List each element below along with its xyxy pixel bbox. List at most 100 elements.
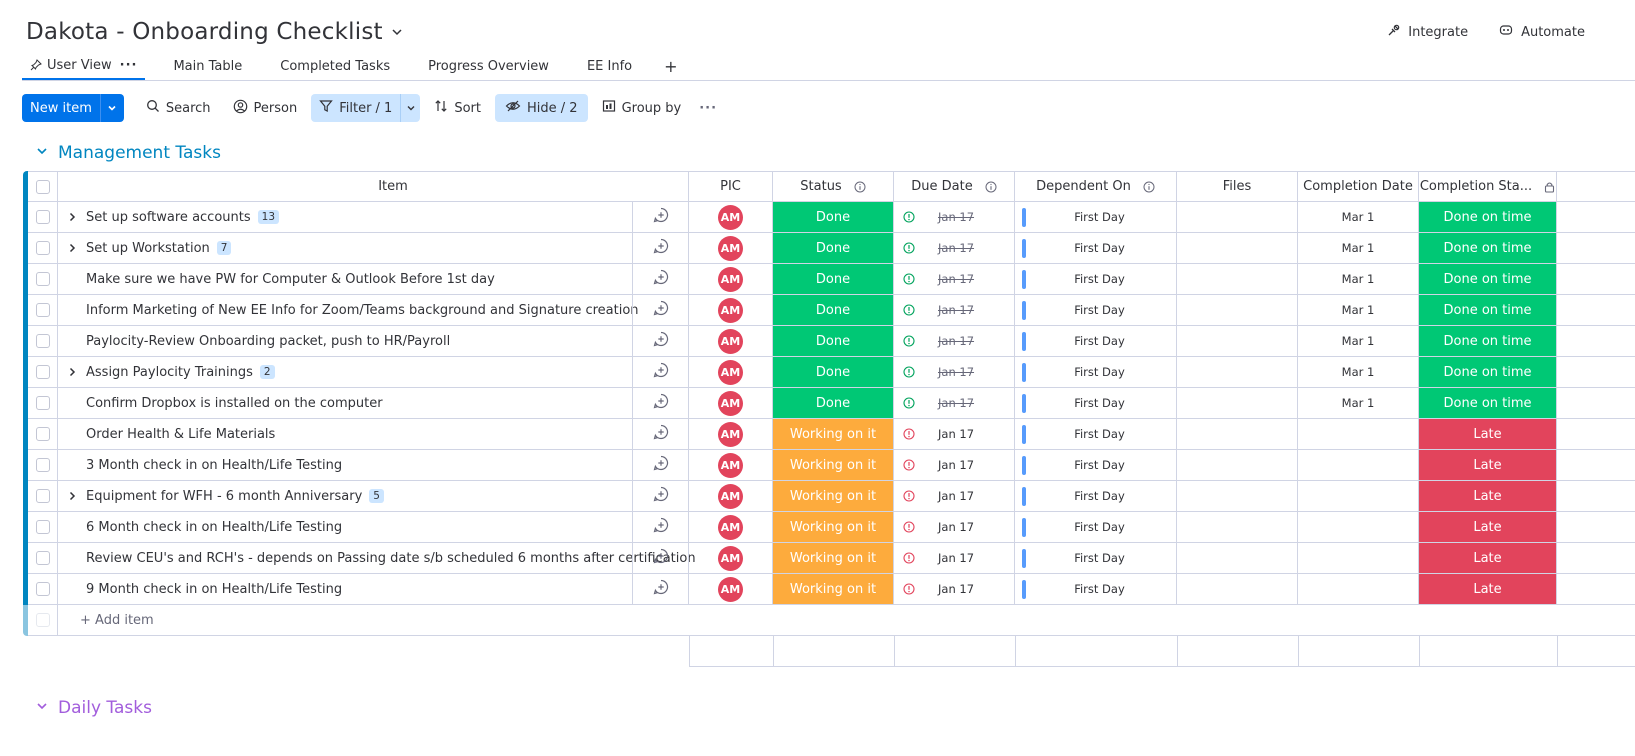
item-name[interactable]: Order Health & Life Materials bbox=[86, 427, 275, 442]
row-select-cell[interactable] bbox=[28, 388, 58, 418]
item-name[interactable]: Review CEU's and RCH's - depends on Pass… bbox=[86, 551, 696, 566]
item-cell[interactable]: Review CEU's and RCH's - depends on Pass… bbox=[58, 543, 696, 573]
files-cell[interactable] bbox=[1177, 295, 1298, 325]
add-item-input[interactable]: + Add item bbox=[80, 605, 154, 636]
row-select-cell[interactable] bbox=[28, 326, 58, 356]
row-checkbox[interactable] bbox=[35, 303, 50, 317]
add-update-cell[interactable] bbox=[632, 295, 689, 325]
row-select-cell[interactable] bbox=[28, 264, 58, 294]
tab-ee-info[interactable]: EE Info bbox=[577, 52, 642, 80]
add-update-cell[interactable] bbox=[632, 264, 689, 294]
due-date-cell[interactable]: Jan 17 bbox=[894, 233, 1015, 263]
row-checkbox[interactable] bbox=[35, 365, 50, 379]
dependent-on-cell[interactable]: First Day bbox=[1015, 543, 1177, 573]
item-name[interactable]: 9 Month check in on Health/Life Testing bbox=[86, 582, 342, 597]
status-cell[interactable]: Done bbox=[773, 264, 894, 294]
search-button[interactable]: Search bbox=[138, 94, 219, 122]
pic-cell[interactable]: AM bbox=[689, 326, 773, 356]
add-update-cell[interactable] bbox=[632, 574, 689, 604]
add-update-cell[interactable] bbox=[632, 388, 689, 418]
files-cell[interactable] bbox=[1177, 543, 1298, 573]
select-all-checkbox[interactable] bbox=[35, 179, 50, 194]
group-title[interactable]: Management Tasks bbox=[58, 143, 221, 163]
completion-date-cell[interactable] bbox=[1298, 574, 1419, 604]
item-cell[interactable]: Paylocity-Review Onboarding packet, push… bbox=[58, 326, 632, 356]
tab-progress-overview[interactable]: Progress Overview bbox=[418, 52, 559, 80]
due-date-cell[interactable]: Jan 17 bbox=[894, 264, 1015, 294]
add-update-icon[interactable] bbox=[652, 268, 670, 290]
collapse-group-icon[interactable] bbox=[36, 145, 48, 161]
pic-cell[interactable]: AM bbox=[689, 264, 773, 294]
tab-user-view[interactable]: User View ··· bbox=[22, 52, 146, 80]
status-cell[interactable]: Done bbox=[773, 357, 894, 387]
pic-cell[interactable]: AM bbox=[689, 543, 773, 573]
add-update-icon[interactable] bbox=[652, 299, 670, 321]
subitems-count-badge[interactable]: 13 bbox=[257, 210, 280, 224]
completion-date-cell[interactable]: Mar 1 bbox=[1298, 264, 1419, 294]
add-update-cell[interactable] bbox=[632, 512, 689, 542]
status-cell[interactable]: Done bbox=[773, 233, 894, 263]
expand-subitems-icon[interactable] bbox=[58, 243, 86, 253]
due-date-cell[interactable]: Jan 17 bbox=[894, 574, 1015, 604]
row-checkbox[interactable] bbox=[35, 520, 50, 534]
item-cell[interactable]: Set up software accounts 13 bbox=[58, 202, 632, 232]
dependent-on-cell[interactable]: First Day bbox=[1015, 295, 1177, 325]
files-cell[interactable] bbox=[1177, 357, 1298, 387]
files-cell[interactable] bbox=[1177, 450, 1298, 480]
add-update-icon[interactable] bbox=[652, 547, 670, 569]
add-update-cell[interactable] bbox=[632, 233, 689, 263]
tab-main-table[interactable]: Main Table bbox=[163, 52, 252, 80]
item-cell[interactable]: 9 Month check in on Health/Life Testing bbox=[58, 574, 632, 604]
add-update-icon[interactable] bbox=[652, 361, 670, 383]
due-date-cell[interactable]: Jan 17 bbox=[894, 450, 1015, 480]
add-update-icon[interactable] bbox=[652, 206, 670, 228]
status-cell[interactable]: Working on it bbox=[773, 450, 894, 480]
row-checkbox[interactable] bbox=[35, 551, 50, 565]
hide-columns-button[interactable]: Hide / 2 bbox=[495, 94, 588, 122]
due-date-cell[interactable]: Jan 17 bbox=[894, 388, 1015, 418]
add-update-icon[interactable] bbox=[652, 485, 670, 507]
row-checkbox[interactable] bbox=[35, 489, 50, 503]
row-select-cell[interactable] bbox=[28, 543, 58, 573]
new-item-label[interactable]: New item bbox=[22, 94, 100, 122]
select-all-cell[interactable] bbox=[28, 172, 58, 201]
table-row[interactable]: 9 Month check in on Health/Life Testing A… bbox=[28, 574, 1635, 605]
files-cell[interactable] bbox=[1177, 481, 1298, 511]
files-cell[interactable] bbox=[1177, 264, 1298, 294]
table-row[interactable]: 3 Month check in on Health/Life Testing A… bbox=[28, 450, 1635, 481]
row-select-cell[interactable] bbox=[28, 202, 58, 232]
row-select-cell[interactable] bbox=[28, 450, 58, 480]
pic-cell[interactable]: AM bbox=[689, 295, 773, 325]
status-cell[interactable]: Working on it bbox=[773, 543, 894, 573]
header-due-date[interactable]: Due Date bbox=[894, 172, 1015, 201]
header-completion-status[interactable]: Completion Sta... bbox=[1419, 172, 1557, 201]
pic-cell[interactable]: AM bbox=[689, 574, 773, 604]
expand-subitems-icon[interactable] bbox=[58, 367, 86, 377]
due-date-cell[interactable]: Jan 17 bbox=[894, 512, 1015, 542]
chevron-down-icon[interactable] bbox=[391, 26, 403, 38]
completion-date-cell[interactable]: Mar 1 bbox=[1298, 202, 1419, 232]
item-cell[interactable]: Inform Marketing of New EE Info for Zoom… bbox=[58, 295, 639, 325]
header-files[interactable]: Files bbox=[1177, 172, 1298, 201]
item-cell[interactable]: 3 Month check in on Health/Life Testing bbox=[58, 450, 632, 480]
status-cell[interactable]: Working on it bbox=[773, 481, 894, 511]
completion-date-cell[interactable]: Mar 1 bbox=[1298, 295, 1419, 325]
dependent-on-cell[interactable]: First Day bbox=[1015, 512, 1177, 542]
add-update-cell[interactable] bbox=[632, 450, 689, 480]
files-cell[interactable] bbox=[1177, 512, 1298, 542]
pic-cell[interactable]: AM bbox=[689, 512, 773, 542]
item-name[interactable]: Assign Paylocity Trainings bbox=[86, 365, 253, 380]
row-checkbox[interactable] bbox=[35, 396, 50, 410]
completion-date-cell[interactable]: Mar 1 bbox=[1298, 388, 1419, 418]
subitems-count-badge[interactable]: 7 bbox=[216, 241, 232, 255]
add-update-cell[interactable] bbox=[632, 357, 689, 387]
add-update-cell[interactable] bbox=[632, 326, 689, 356]
more-options-icon[interactable]: ··· bbox=[699, 101, 717, 116]
add-update-icon[interactable] bbox=[652, 392, 670, 414]
row-checkbox[interactable] bbox=[35, 241, 50, 255]
subitems-count-badge[interactable]: 5 bbox=[369, 489, 384, 503]
add-update-icon[interactable] bbox=[652, 237, 670, 259]
automate-button[interactable]: Automate bbox=[1498, 23, 1585, 41]
due-date-cell[interactable]: Jan 17 bbox=[894, 419, 1015, 449]
status-cell[interactable]: Working on it bbox=[773, 419, 894, 449]
